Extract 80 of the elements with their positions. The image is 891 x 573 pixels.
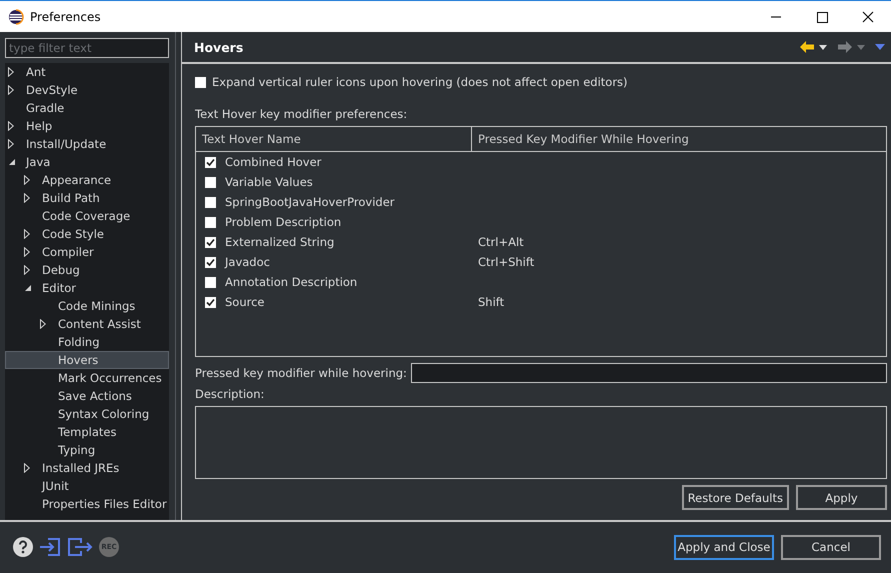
expanded-arrow-icon[interactable]	[8, 158, 16, 166]
section-label: Text Hover key modifier preferences:	[195, 107, 408, 121]
checkbox[interactable]	[205, 216, 216, 228]
checkbox[interactable]	[205, 156, 216, 168]
tree-item[interactable]: Editor	[5, 279, 169, 297]
checkbox[interactable]	[195, 76, 206, 88]
table-cell: Externalized String	[225, 235, 334, 249]
collapsed-arrow-icon[interactable]	[8, 67, 14, 77]
forward-arrow-icon[interactable]	[837, 40, 853, 54]
tree-item[interactable]: Folding	[5, 333, 169, 351]
checkbox[interactable]	[205, 276, 216, 288]
apply-and-close-button[interactable]: Apply and Close	[674, 534, 774, 560]
export-icon[interactable]	[67, 537, 93, 557]
tree-item[interactable]: Build Path	[5, 189, 169, 207]
cancel-button[interactable]: Cancel	[781, 534, 881, 560]
checkbox[interactable]	[205, 256, 216, 268]
collapsed-arrow-icon[interactable]	[24, 175, 30, 185]
collapsed-arrow-icon[interactable]	[24, 463, 30, 473]
table-cell-text: Shift	[477, 295, 504, 309]
help-icon[interactable]	[13, 537, 33, 557]
tree-item[interactable]: Save Actions	[5, 387, 169, 405]
tree-item[interactable]: Debug	[5, 261, 169, 279]
checkbox[interactable]	[205, 296, 216, 308]
table-cell: Javadoc	[225, 255, 270, 269]
collapsed-arrow-icon[interactable]	[24, 193, 30, 203]
tree-item[interactable]: Ant	[5, 63, 169, 81]
collapsed-arrow-icon[interactable]	[24, 229, 30, 239]
tree-item[interactable]: Code Style	[5, 225, 169, 243]
tree-item[interactable]: Templates	[5, 423, 169, 441]
option-label: Expand vertical ruler icons upon hovering (does not affect open editors)	[212, 75, 628, 89]
collapsed-arrow-icon[interactable]	[8, 139, 14, 149]
table-cell: Problem Description	[225, 215, 342, 229]
tree-item[interactable]: Code Minings	[5, 297, 169, 315]
tree-item[interactable]: DevStyle	[5, 81, 169, 99]
tree-item[interactable]: Java	[5, 153, 169, 171]
field-label: Pressed key modifier while hovering:	[195, 366, 407, 380]
tree-item[interactable]: Install/Update	[5, 135, 169, 153]
page-title: Hovers	[194, 40, 244, 54]
tree-item[interactable]: Syntax Coloring	[5, 405, 169, 423]
expanded-arrow-icon[interactable]	[24, 284, 32, 292]
table-cell-text: Ctrl+Shift	[477, 255, 534, 269]
tree-item[interactable]: Content Assist	[5, 315, 169, 333]
collapsed-arrow-icon[interactable]	[40, 319, 46, 329]
input-field[interactable]	[410, 363, 887, 383]
tree-item[interactable]: JUnit	[5, 477, 169, 495]
back-arrow-icon[interactable]	[799, 40, 815, 54]
tree-item[interactable]: Mark Occurrences	[5, 369, 169, 387]
tree-item[interactable]: Installed JREs	[5, 459, 169, 477]
import-icon[interactable]	[39, 537, 61, 557]
collapsed-arrow-icon[interactable]	[24, 265, 30, 275]
checkbox[interactable]	[205, 236, 216, 248]
field-label: Description:	[195, 387, 266, 401]
table-cell: Annotation Description	[225, 275, 358, 289]
table-cell: Variable Values	[225, 175, 313, 189]
table-cell-text: Ctrl+Alt	[477, 235, 524, 249]
table-cell: Source	[225, 295, 264, 309]
window-title: Preferences	[30, 10, 102, 24]
tree-item[interactable]: Properties Files Editor	[5, 495, 169, 513]
tree-item[interactable]: Code Coverage	[5, 207, 169, 225]
collapsed-arrow-icon[interactable]	[24, 247, 30, 257]
tree-item[interactable]: Gradle	[5, 99, 169, 117]
table-cell: SpringBootJavaHoverProvider	[225, 195, 395, 209]
checkbox[interactable]	[205, 176, 216, 188]
tree-item[interactable]: Help	[5, 117, 169, 135]
view-menu-icon[interactable]	[875, 44, 885, 50]
filter-field[interactable]: type filter text	[5, 38, 169, 58]
tree-item[interactable]: Compiler	[5, 243, 169, 261]
tree-item[interactable]: Typing	[5, 441, 169, 459]
column-header[interactable]: Pressed Key Modifier While Hovering	[472, 127, 886, 151]
app-icon	[8, 8, 24, 24]
column-header[interactable]: Text Hover Name	[196, 127, 472, 151]
collapsed-arrow-icon[interactable]	[8, 121, 14, 131]
tree-item[interactable]: Appearance	[5, 171, 169, 189]
collapsed-arrow-icon[interactable]	[8, 85, 14, 95]
dropdown-caret-icon[interactable]	[819, 44, 827, 50]
tree-item[interactable]: Hovers	[5, 351, 169, 369]
table-cell: Combined Hover	[225, 155, 322, 169]
restore-defaults-button[interactable]: Restore Defaults	[682, 485, 789, 510]
apply-button[interactable]: Apply	[796, 485, 887, 510]
checkbox[interactable]	[205, 196, 216, 208]
